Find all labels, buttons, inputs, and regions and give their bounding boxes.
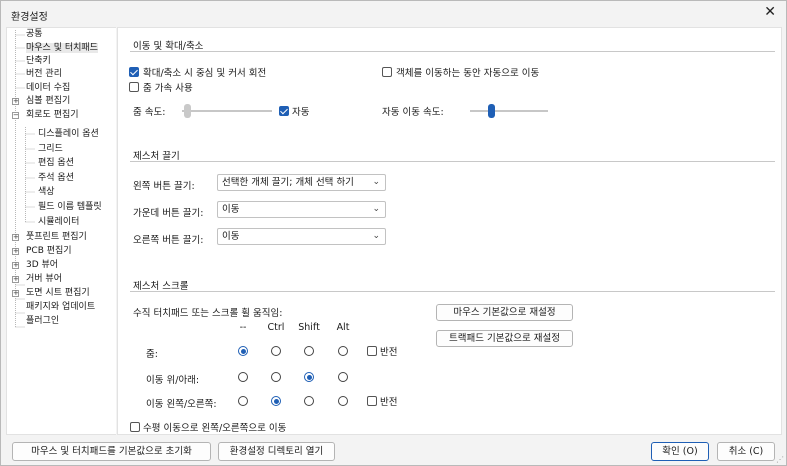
- preferences-tree: 공통 마우스 및 터치패드 단축키 버전 관리 데이터 수집 + 심볼 편집기 …: [6, 27, 116, 435]
- tree-item-mouse-touchpad[interactable]: 마우스 및 터치패드: [26, 42, 98, 55]
- tree-item-symbol-editor[interactable]: 심볼 편집기: [26, 95, 70, 108]
- left-drag-label: 왼쪽 버튼 끌기:: [133, 181, 195, 192]
- cancel-button[interactable]: 취소 (C): [717, 442, 775, 461]
- tree-item-pcb-editor[interactable]: PCB 편집기: [26, 245, 72, 258]
- section-divider: [130, 51, 775, 52]
- window-title: 환경설정: [11, 12, 48, 23]
- tree-item-hotkeys[interactable]: 단축키: [26, 55, 51, 68]
- auto-pan-speed-slider-thumb[interactable]: [488, 104, 496, 118]
- pan-leftright-modifier-shift-radio[interactable]: [304, 396, 314, 406]
- tree-item-annotation-options[interactable]: 주석 옵션: [38, 172, 74, 185]
- tree-item-footprint-editor[interactable]: 풋프린트 편집기: [26, 231, 87, 244]
- zoom-accel-label: 줌 가속 사용: [143, 83, 193, 94]
- column-header-alt: Alt: [336, 322, 350, 333]
- pan-updown-modifier-none-radio[interactable]: [238, 372, 248, 382]
- expand-plus-icon[interactable]: +: [12, 290, 19, 297]
- tree-item-version-control[interactable]: 버전 관리: [26, 68, 62, 81]
- tree-item-common[interactable]: 공통: [26, 28, 43, 41]
- center-warp-checkbox[interactable]: [129, 67, 139, 77]
- section-divider: [130, 291, 775, 292]
- pan-leftright-invert-label: 반전: [380, 397, 398, 408]
- zoom-auto-checkbox[interactable]: [279, 106, 289, 116]
- pan-updown-modifier-alt-radio[interactable]: [338, 372, 348, 382]
- reset-trackpad-defaults-button[interactable]: 트랙패드 기본값으로 재설정: [436, 330, 573, 347]
- expand-plus-icon[interactable]: +: [12, 234, 19, 241]
- column-header-shift: Shift: [298, 322, 320, 333]
- pan-leftright-modifier-ctrl-radio[interactable]: [271, 396, 281, 406]
- tree-item-display-options[interactable]: 디스플레이 옵션: [38, 128, 99, 141]
- tree-item-editing-options[interactable]: 편집 옵션: [38, 157, 74, 170]
- tree-item-drawing-sheet-editor[interactable]: 도면 시트 편집기: [26, 287, 90, 300]
- zoom-accel-checkbox[interactable]: [129, 82, 139, 92]
- zoom-invert-label: 반전: [380, 347, 398, 358]
- zoom-speed-slider[interactable]: [182, 110, 272, 112]
- preferences-window: 환경설정 ✕ 공통 마우스 및 터치패드 단축키 버전 관리 데이터 수집 + …: [0, 0, 787, 466]
- collapse-minus-icon[interactable]: −: [12, 112, 19, 119]
- reset-mouse-defaults-button[interactable]: 마우스 기본값으로 재설정: [436, 304, 573, 321]
- expand-plus-icon[interactable]: +: [12, 98, 19, 105]
- section-divider: [130, 161, 775, 162]
- column-header-ctrl: Ctrl: [267, 322, 285, 333]
- tree-item-packages-updates[interactable]: 패키지와 업데이트: [26, 301, 95, 314]
- pan-leftright-invert-checkbox[interactable]: [367, 396, 377, 406]
- tree-item-gerber-viewer[interactable]: 거버 뷰어: [26, 273, 62, 286]
- auto-pan-speed-label: 자동 이동 속도:: [382, 107, 444, 118]
- horizontal-pan-label: 수평 이동으로 왼쪽/오른쪽으로 이동: [143, 423, 287, 434]
- tree-item-schematic-editor[interactable]: 회로도 편집기: [26, 109, 79, 122]
- zoom-row-label: 줌:: [146, 349, 158, 360]
- tree-item-data-collection[interactable]: 데이터 수집: [26, 82, 70, 95]
- resize-grip-icon[interactable]: ⋰: [776, 455, 784, 464]
- reset-mouse-touchpad-button[interactable]: 마우스 및 터치패드를 기본값으로 초기화: [12, 442, 211, 461]
- close-icon[interactable]: ✕: [764, 4, 776, 20]
- pan-leftright-modifier-alt-radio[interactable]: [338, 396, 348, 406]
- zoom-invert-checkbox[interactable]: [367, 346, 377, 356]
- tree-item-3d-viewer[interactable]: 3D 뷰어: [26, 259, 58, 272]
- horizontal-pan-checkbox[interactable]: [130, 422, 140, 432]
- scroll-section-title: 제스처 스크롤: [133, 281, 189, 292]
- title-bar: 환경설정 ✕: [1, 1, 786, 27]
- open-preferences-dir-button[interactable]: 환경설정 디렉토리 열기: [218, 442, 335, 461]
- pan-leftright-row-label: 이동 왼쪽/오른쪽:: [146, 399, 217, 410]
- zoom-modifier-ctrl-radio[interactable]: [271, 346, 281, 356]
- tree-item-colors[interactable]: 색상: [38, 186, 55, 199]
- tree-item-grids[interactable]: 그리드: [38, 143, 63, 156]
- auto-pan-move-checkbox[interactable]: [382, 67, 392, 77]
- right-drag-label: 오른쪽 버튼 끌기:: [133, 235, 204, 246]
- pan-updown-modifier-ctrl-radio[interactable]: [271, 372, 281, 382]
- expand-plus-icon[interactable]: +: [12, 248, 19, 255]
- zoom-speed-label: 줌 속도:: [133, 107, 166, 118]
- left-drag-select[interactable]: 선택한 개체 끌기; 개체 선택 하기 ⌄: [217, 174, 386, 191]
- column-header-none: --: [239, 322, 247, 333]
- pan-zoom-section-title: 이동 및 확대/축소: [133, 41, 204, 52]
- right-drag-select[interactable]: 이동 ⌄: [217, 228, 386, 245]
- tree-item-simulator[interactable]: 시뮬레이터: [38, 216, 79, 229]
- zoom-modifier-shift-radio[interactable]: [304, 346, 314, 356]
- expand-plus-icon[interactable]: +: [12, 276, 19, 283]
- pan-leftright-modifier-none-radio[interactable]: [238, 396, 248, 406]
- chevron-down-icon: ⌄: [372, 204, 380, 214]
- mouse-touchpad-panel: 이동 및 확대/축소 확대/축소 시 중심 및 커서 회전 객체를 이동하는 동…: [117, 27, 782, 435]
- ok-button[interactable]: 확인 (O): [651, 442, 709, 461]
- center-warp-label: 확대/축소 시 중심 및 커서 회전: [143, 68, 267, 79]
- zoom-modifier-none-radio[interactable]: [238, 346, 248, 356]
- zoom-auto-label: 자동: [292, 107, 310, 118]
- pan-updown-row-label: 이동 위/아래:: [146, 375, 200, 386]
- zoom-modifier-alt-radio[interactable]: [338, 346, 348, 356]
- auto-pan-speed-slider[interactable]: [470, 110, 548, 112]
- tree-item-plugins[interactable]: 플러그인: [26, 315, 59, 328]
- tree-item-field-name-templates[interactable]: 필드 이름 템플릿: [38, 201, 102, 214]
- expand-plus-icon[interactable]: +: [12, 262, 19, 269]
- middle-drag-label: 가운데 버튼 끌기:: [133, 208, 204, 219]
- auto-pan-move-label: 객체를 이동하는 동안 자동으로 이동: [396, 68, 540, 79]
- pan-updown-modifier-shift-radio[interactable]: [304, 372, 314, 382]
- chevron-down-icon: ⌄: [372, 231, 380, 241]
- drag-section-title: 제스처 끌기: [133, 151, 180, 162]
- zoom-speed-slider-thumb[interactable]: [183, 104, 191, 118]
- chevron-down-icon: ⌄: [372, 177, 380, 187]
- middle-drag-select[interactable]: 이동 ⌄: [217, 201, 386, 218]
- vertical-scroll-label: 수직 터치패드 또는 스크롤 휠 움직임:: [133, 308, 283, 319]
